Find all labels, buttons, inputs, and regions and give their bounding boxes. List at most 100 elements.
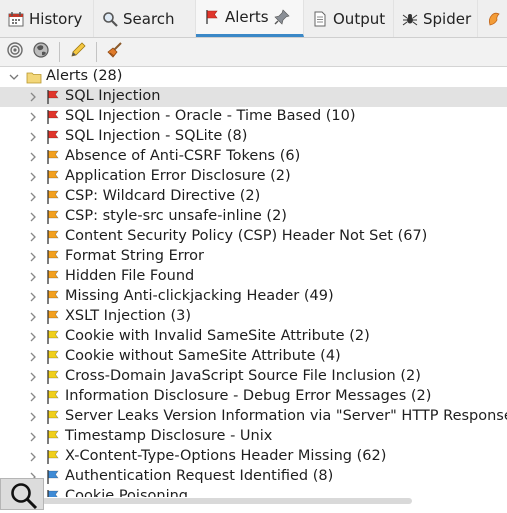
tree-item-alert[interactable]: SQL Injection - Oracle - Time Based (10) <box>0 107 507 127</box>
chevron-right-icon[interactable] <box>27 431 39 443</box>
alerts-flag-icon <box>204 9 220 25</box>
tab-history-label: History <box>29 9 83 28</box>
chevron-right-icon[interactable] <box>27 271 39 283</box>
tree-item-label: CSP: Wildcard Directive (2) <box>65 188 261 204</box>
horizontal-scrollbar[interactable] <box>42 498 412 504</box>
chevron-right-icon[interactable] <box>27 291 39 303</box>
medium-risk-flag-icon <box>45 229 61 245</box>
low-risk-flag-icon <box>45 369 61 385</box>
chevron-right-icon[interactable] <box>27 211 39 223</box>
tree-item-alert[interactable]: Information Disclosure - Debug Error Mes… <box>0 387 507 407</box>
chevron-right-icon[interactable] <box>27 411 39 423</box>
chevron-right-icon[interactable] <box>27 111 39 123</box>
edit-alert-button[interactable] <box>67 41 89 63</box>
tab-bar: History Search Alerts Output Spider <box>0 0 507 38</box>
chevron-right-icon[interactable] <box>27 191 39 203</box>
low-risk-flag-icon <box>45 449 61 465</box>
chevron-right-icon[interactable] <box>27 231 39 243</box>
tree-item-alert[interactable]: Application Error Disclosure (2) <box>0 167 507 187</box>
tree-item-label: Application Error Disclosure (2) <box>65 168 291 184</box>
scope-button[interactable] <box>30 41 52 63</box>
search-icon <box>9 481 39 513</box>
tree-item-label: Information Disclosure - Debug Error Mes… <box>65 388 432 404</box>
medium-risk-flag-icon <box>45 189 61 205</box>
tree-item-alert[interactable]: Cookie Poisoning <box>0 487 507 497</box>
medium-risk-flag-icon <box>45 149 61 165</box>
tree-item-alert[interactable]: Cookie with Invalid SameSite Attribute (… <box>0 327 507 347</box>
filter-icon <box>6 41 24 63</box>
high-risk-flag-icon <box>45 109 61 125</box>
tab-ajax-spider[interactable] <box>478 0 507 37</box>
tree-item-label: SQL Injection <box>65 88 161 104</box>
delete-all-button[interactable] <box>104 41 126 63</box>
tree-item-alert[interactable]: Cross-Domain JavaScript Source File Incl… <box>0 367 507 387</box>
chevron-right-icon[interactable] <box>27 391 39 403</box>
chevron-right-icon[interactable] <box>27 331 39 343</box>
chevron-right-icon[interactable] <box>27 251 39 263</box>
chevron-right-icon[interactable] <box>27 311 39 323</box>
ajax-spider-icon <box>486 11 502 27</box>
tree-item-alert[interactable]: CSP: Wildcard Directive (2) <box>0 187 507 207</box>
tree-item-alert[interactable]: SQL Injection <box>0 87 507 107</box>
tree-search-button[interactable] <box>0 478 44 510</box>
scope-icon <box>32 41 50 63</box>
tree-item-alert[interactable]: Missing Anti-clickjacking Header (49) <box>0 287 507 307</box>
tree-item-alert[interactable]: SQL Injection - SQLite (8) <box>0 127 507 147</box>
chevron-right-icon[interactable] <box>27 131 39 143</box>
chevron-right-icon[interactable] <box>27 371 39 383</box>
tree-item-alert[interactable]: X-Content-Type-Options Header Missing (6… <box>0 447 507 467</box>
low-risk-flag-icon <box>45 389 61 405</box>
medium-risk-flag-icon <box>45 209 61 225</box>
chevron-right-icon[interactable] <box>27 151 39 163</box>
tree-item-alert[interactable]: Cookie without SameSite Attribute (4) <box>0 347 507 367</box>
tab-alerts-label: Alerts <box>225 8 269 26</box>
tree-item-alert[interactable]: Content Security Policy (CSP) Header Not… <box>0 227 507 247</box>
tree-item-alert[interactable]: Timestamp Disclosure - Unix <box>0 427 507 447</box>
chevron-right-icon[interactable] <box>27 171 39 183</box>
alerts-tree[interactable]: Alerts (28) SQL Injection SQL Injection -… <box>0 67 507 497</box>
chevron-right-icon[interactable] <box>27 451 39 463</box>
high-risk-flag-icon <box>45 129 61 145</box>
history-icon <box>8 11 24 27</box>
tree-item-label: Cross-Domain JavaScript Source File Incl… <box>65 368 421 384</box>
toolbar-separator-2 <box>96 42 97 62</box>
info-risk-flag-icon <box>45 469 61 485</box>
tree-item-alert[interactable]: XSLT Injection (3) <box>0 307 507 327</box>
chevron-right-icon[interactable] <box>27 351 39 363</box>
tree-item-alert[interactable]: Format String Error <box>0 247 507 267</box>
tree-item-alert[interactable]: Hidden File Found <box>0 267 507 287</box>
tree-item-label: Hidden File Found <box>65 268 195 284</box>
tree-item-label: Timestamp Disclosure - Unix <box>65 428 273 444</box>
tree-item-alert[interactable]: Server Leaks Version Information via "Se… <box>0 407 507 427</box>
pin-icon[interactable] <box>273 9 290 25</box>
low-risk-flag-icon <box>45 349 61 365</box>
tree-item-label: Cookie without SameSite Attribute (4) <box>65 348 341 364</box>
tree-item-alert[interactable]: Authentication Request Identified (8) <box>0 467 507 487</box>
chevron-right-icon[interactable] <box>27 91 39 103</box>
medium-risk-flag-icon <box>45 249 61 265</box>
tree-item-label: SQL Injection - SQLite (8) <box>65 128 248 144</box>
tree-item-label: Missing Anti-clickjacking Header (49) <box>65 288 334 304</box>
alerts-toolbar <box>0 38 507 67</box>
tree-item-label: Format String Error <box>65 248 204 264</box>
folder-icon <box>26 69 42 85</box>
tab-output-label: Output <box>333 9 386 28</box>
low-risk-flag-icon <box>45 409 61 425</box>
tab-alerts[interactable]: Alerts <box>196 0 304 37</box>
tab-search-label: Search <box>123 9 175 28</box>
tab-spider[interactable]: Spider <box>394 0 478 37</box>
tree-item-label: Content Security Policy (CSP) Header Not… <box>65 228 428 244</box>
tree-root-alerts[interactable]: Alerts (28) <box>0 67 507 87</box>
tree-item-alert[interactable]: CSP: style-src unsafe-inline (2) <box>0 207 507 227</box>
output-icon <box>312 11 328 27</box>
tab-output[interactable]: Output <box>304 0 394 37</box>
chevron-down-icon[interactable] <box>8 71 20 83</box>
tab-spider-label: Spider <box>423 9 472 28</box>
tab-history[interactable]: History <box>0 0 94 37</box>
filter-button[interactable] <box>4 41 26 63</box>
tree-item-alert[interactable]: Absence of Anti-CSRF Tokens (6) <box>0 147 507 167</box>
tree-root-label: Alerts (28) <box>46 68 123 84</box>
low-risk-flag-icon <box>45 429 61 445</box>
tab-search[interactable]: Search <box>94 0 196 37</box>
search-icon <box>102 11 118 27</box>
